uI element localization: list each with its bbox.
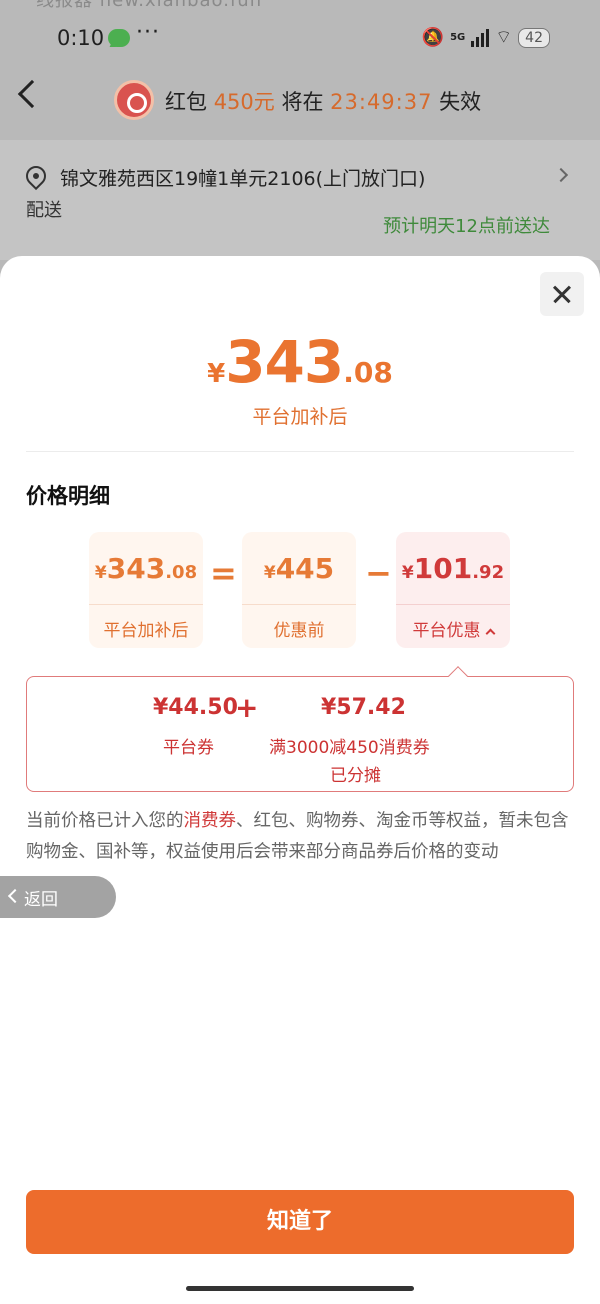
battery-icon: 42	[518, 27, 550, 48]
original-price-box: ¥445 优惠前	[242, 532, 356, 648]
box-divider	[89, 604, 203, 605]
discount-breakdown: ¥44.50 + ¥57.42 平台券 满3000减450消费券 已分摊	[26, 666, 574, 792]
red-packet-timer-icon	[114, 80, 154, 120]
price-after-subsidy-box: ¥343.08 平台加补后	[89, 532, 203, 648]
network-type: 5G	[450, 32, 466, 43]
amount-decimal: .92	[472, 562, 505, 583]
message-icon	[108, 29, 130, 47]
equals-sign: =	[210, 554, 237, 592]
platform-coupon-label: 平台券	[163, 738, 214, 758]
confirm-button[interactable]: 知道了	[26, 1190, 574, 1254]
box-divider	[242, 604, 356, 605]
consumer-coupon-label: 满3000减450消费券	[269, 738, 430, 758]
price-decimal: .08	[343, 356, 393, 389]
delivery-eta: 预计明天12点前送达	[383, 216, 550, 237]
price-integer: 343	[225, 328, 344, 396]
status-bar: 0:10 ··· 🔕 5G ⌔ 42	[0, 20, 600, 60]
chevron-right-icon	[553, 167, 569, 183]
platform-coupon-value: ¥44.50	[153, 695, 238, 720]
notice-text-pre: 当前价格已计入您的	[26, 811, 184, 831]
box-divider	[396, 604, 510, 605]
notice-highlight: 消费券	[183, 811, 237, 831]
chevron-up-icon	[485, 628, 495, 639]
mute-icon: 🔕	[421, 27, 445, 48]
red-packet-expiry-banner: 红包 450元 将在 23:49:37 失效	[165, 86, 481, 116]
banner-suffix: 失效	[432, 90, 482, 114]
pointer-notch	[448, 666, 468, 686]
back-icon[interactable]	[17, 79, 47, 109]
banner-middle: 将在	[274, 90, 331, 114]
plus-sign: +	[235, 691, 259, 724]
currency: ¥	[263, 563, 276, 583]
platform-discount-box[interactable]: ¥101.92 平台优惠	[396, 532, 510, 648]
banner-amount: 450元	[213, 90, 275, 114]
box-label-text: 平台优惠	[412, 621, 481, 641]
amount-integer: 101	[413, 552, 473, 585]
currency: ¥	[401, 563, 414, 583]
box-label: 平台加补后	[103, 621, 189, 641]
address-text: 锦文雅苑西区19幢1单元2106(上门放门口)	[60, 168, 426, 190]
price-detail-sheet: ¥343.08 平台加补后 价格明细 ¥343.08 平台加补后 = ¥445 …	[0, 256, 600, 1304]
close-button[interactable]	[540, 272, 584, 316]
more-notifications-icon: ···	[136, 20, 160, 45]
price-notice: 当前价格已计入您的消费券、红包、购物券、淘金币等权益，暂未包含购物金、国补等，权…	[26, 806, 574, 868]
wifi-icon: ⌔	[495, 27, 513, 48]
consumer-coupon-value: ¥57.42	[321, 695, 406, 720]
status-time: 0:10	[57, 26, 105, 50]
floating-back-button[interactable]: 返回	[0, 876, 116, 918]
banner-prefix: 红包	[165, 90, 214, 114]
amount-integer: 343	[106, 552, 166, 585]
background-page: 线报器 new.xianbao.fun 0:10 ··· 🔕 5G ⌔ 42 红…	[0, 0, 600, 300]
floating-back-label: 返回	[24, 890, 58, 910]
delivery-label: 配送	[26, 200, 62, 221]
divider	[26, 451, 574, 452]
box-label: 优惠前	[273, 621, 325, 641]
currency: ¥	[94, 563, 107, 583]
box-label: 平台优惠	[396, 616, 510, 641]
final-price-label: 平台加补后	[252, 406, 348, 428]
minus-sign: −	[365, 554, 392, 592]
signal-icon	[471, 28, 490, 47]
allocated-note: 已分摊	[330, 766, 381, 786]
countdown-timer: 23:49:37	[330, 90, 433, 114]
final-price: ¥343.08	[0, 328, 600, 396]
nav-bar: 红包 450元 将在 23:49:37 失效	[0, 72, 600, 130]
location-pin-icon	[21, 161, 51, 191]
home-indicator[interactable]	[186, 1286, 414, 1291]
price-currency: ¥	[207, 359, 226, 389]
price-detail-title: 价格明细	[26, 484, 110, 508]
address-card[interactable]: 锦文雅苑西区19幢1单元2106(上门放门口) 配送 预计明天12点前送达	[0, 140, 600, 260]
chevron-left-icon	[7, 888, 23, 904]
amount-integer: 445	[275, 552, 335, 585]
watermark: 线报器 new.xianbao.fun	[36, 0, 263, 11]
status-indicators: 🔕 5G ⌔ 42	[422, 26, 550, 49]
amount-decimal: .08	[165, 562, 198, 583]
